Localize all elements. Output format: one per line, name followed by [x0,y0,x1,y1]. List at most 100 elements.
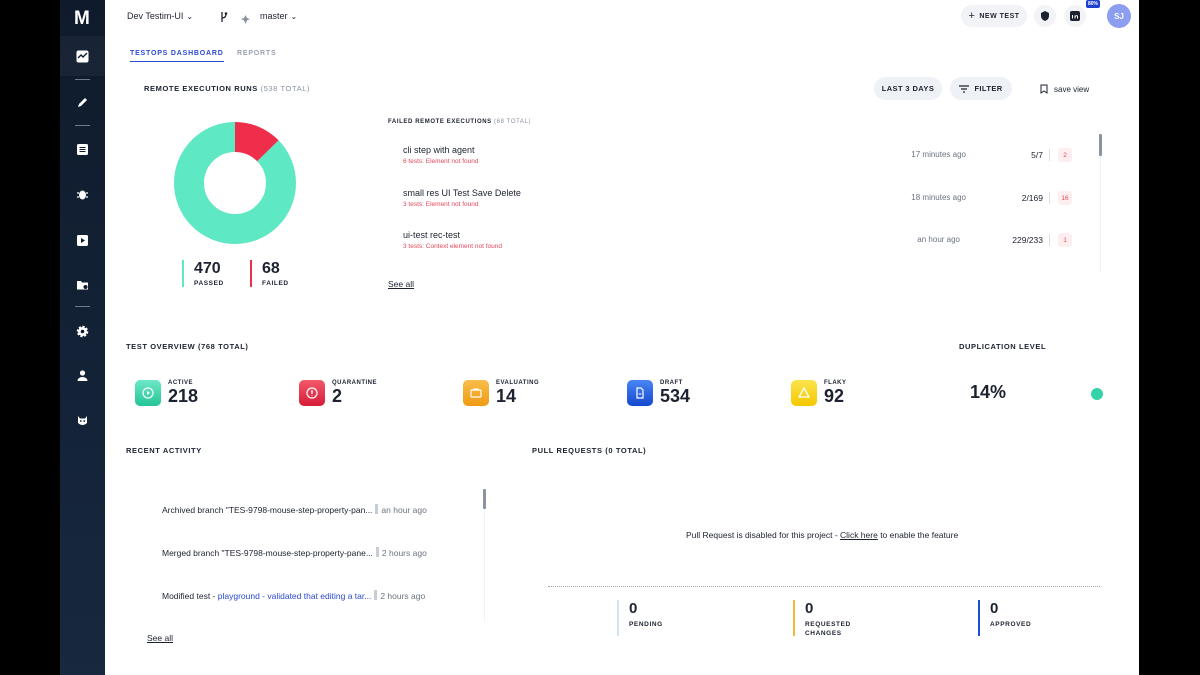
failed-executions-title-text: FAILED REMOTE EXECUTIONS [388,119,492,125]
failed-stat: 68 FAILED [250,260,289,287]
project-name: Dev Testim-UI [127,11,184,21]
linkedin-icon [1070,11,1080,21]
divider [1049,149,1050,161]
quarantine-icon [299,380,325,406]
mask-icon[interactable] [76,414,89,427]
failed-count-badge: 16 [1058,191,1072,205]
pr-message-suffix: to enable the feature [877,530,959,540]
execution-time: an hour ago [917,235,960,244]
execution-name: cli step with agent [403,145,475,155]
execution-error: 3 tests: Element not found [403,201,479,208]
execution-donut-chart [174,122,296,244]
overview-draft[interactable]: DRAFT 534 [627,380,690,406]
project-selector[interactable]: Dev Testim-UI ⌄ [127,11,193,21]
play-icon[interactable] [76,234,89,247]
pr-message-text: Pull Request is disabled for this projec… [686,530,841,540]
filter-button[interactable]: FILTER [950,77,1012,100]
activity-scrollbar[interactable] [483,489,486,509]
pr-approved-label: APPROVED [990,621,1032,628]
gear-icon[interactable] [76,325,89,338]
save-view-button[interactable]: save view [1040,84,1089,94]
tab-reports[interactable]: REPORTS [237,50,276,57]
flaky-count: 92 [824,386,845,406]
activity-item[interactable]: Archived branch "TES-9798-mouse-step-pro… [162,504,462,515]
new-test-button[interactable]: + NEW TEST [961,5,1027,27]
failed-see-all-link[interactable]: See all [388,279,414,289]
branch-icon [219,10,229,22]
activity-item[interactable]: Merged branch "TES-9798-mouse-step-prope… [162,547,462,558]
passed-label: PASSED [194,280,224,287]
activity-text: Archived branch "TES-9798-mouse-step-pro… [162,505,373,515]
passed-stat: 470 PASSED [182,260,224,287]
pr-chart-baseline [548,586,1100,587]
tab-testops-dashboard[interactable]: TESTOPS DASHBOARD [130,50,224,62]
pr-pending-label: PENDING [629,621,663,628]
overview-quarantine[interactable]: QUARANTINE 2 [299,380,377,406]
top-bar: Dev Testim-UI ⌄ master ⌄ + NEW TEST 80% SJ [105,0,1139,36]
branch-selector[interactable]: master ⌄ [260,11,297,21]
avatar[interactable]: SJ [1107,4,1131,28]
app-window: M Dev Testim-UI ⌄ master ⌄ + NEW TEST 80… [60,0,1139,675]
list-icon[interactable] [76,143,89,156]
activity-time: 2 hours ago [380,591,426,601]
recent-activity-title: RECENT ACTIVITY [126,446,202,455]
quarantine-count: 2 [332,386,343,406]
plus-icon: + [968,10,976,22]
logo[interactable]: M [74,8,90,30]
usage-badge: 80% [1086,0,1101,8]
evaluating-count: 14 [496,386,517,406]
pr-approved-count: 0 [990,600,999,617]
execution-error: 6 tests: Element not found [403,158,479,165]
bookmark-icon [1040,84,1048,94]
execution-time: 17 minutes ago [911,150,966,159]
active-count: 218 [168,386,199,406]
activity-text: Merged branch "TES-9798-mouse-step-prope… [162,548,373,558]
failed-execution-item[interactable]: cli step with agent 6 tests: Element not… [403,145,1083,175]
activity-text: Modified test - [162,591,218,601]
active-icon [135,380,161,406]
activity-scroll-track [484,509,485,621]
pr-requested-changes-stat: 0 REQUESTED CHANGES [793,600,883,637]
activity-divider [375,547,379,557]
overview-evaluating[interactable]: EVALUATING 14 [463,380,539,406]
activity-test-link[interactable]: playground - validated that editing a ta… [218,591,372,601]
user-icon[interactable] [76,369,89,382]
last-3-days-button[interactable]: LAST 3 DAYS [874,77,942,100]
activity-divider [374,590,378,600]
folder-settings-icon[interactable] [76,278,89,291]
pin-icon[interactable] [241,11,250,24]
pull-requests-title-text: PULL REQUESTS [532,446,603,455]
failed-execution-item[interactable]: small res UI Test Save Delete 3 tests: E… [403,188,1083,218]
overview-active[interactable]: ACTIVE 218 [135,380,198,406]
pr-pending-count: 0 [629,600,638,617]
sidebar: M [60,0,105,675]
pr-requested-changes-count: 0 [805,600,814,617]
failed-list-scrollbar[interactable] [1099,134,1102,156]
failed-executions-total: (68 TOTAL) [494,119,532,125]
duplication-level-title: DUPLICATION LEVEL [959,342,1047,351]
shield-button[interactable] [1034,5,1056,27]
test-overview-title-text: TEST OVERVIEW [126,342,196,351]
failed-execution-item[interactable]: ui-test rec-test 3 tests: Context elemen… [403,230,1083,260]
linkedin-button[interactable] [1064,5,1086,27]
shield-icon [1041,11,1049,21]
branch-name: master [260,11,288,21]
pull-requests-total: (0 TOTAL) [605,446,647,455]
pr-approved-stat: 0 APPROVED [978,600,1031,636]
overview-flaky[interactable]: FLAKY 92 [791,380,847,406]
activity-icon[interactable] [76,50,89,63]
activity-see-all-link[interactable]: See all [147,633,173,643]
failed-label: FAILED [262,280,289,287]
activity-item[interactable]: Modified test - playground - validated t… [162,590,462,601]
bug-icon[interactable] [76,188,89,201]
pencil-icon[interactable] [76,96,89,109]
execution-name: ui-test rec-test [403,230,461,240]
filter-label: FILTER [974,84,1003,93]
execution-time: 18 minutes ago [911,193,966,202]
enable-pr-link[interactable]: Click here [840,530,878,540]
remote-runs-title: REMOTE EXECUTION RUNS (538 TOTAL) [144,84,310,93]
sidebar-divider [75,79,90,80]
execution-name: small res UI Test Save Delete [403,188,521,198]
divider [1049,192,1050,204]
execution-ratio: 229/233 [1012,235,1043,245]
